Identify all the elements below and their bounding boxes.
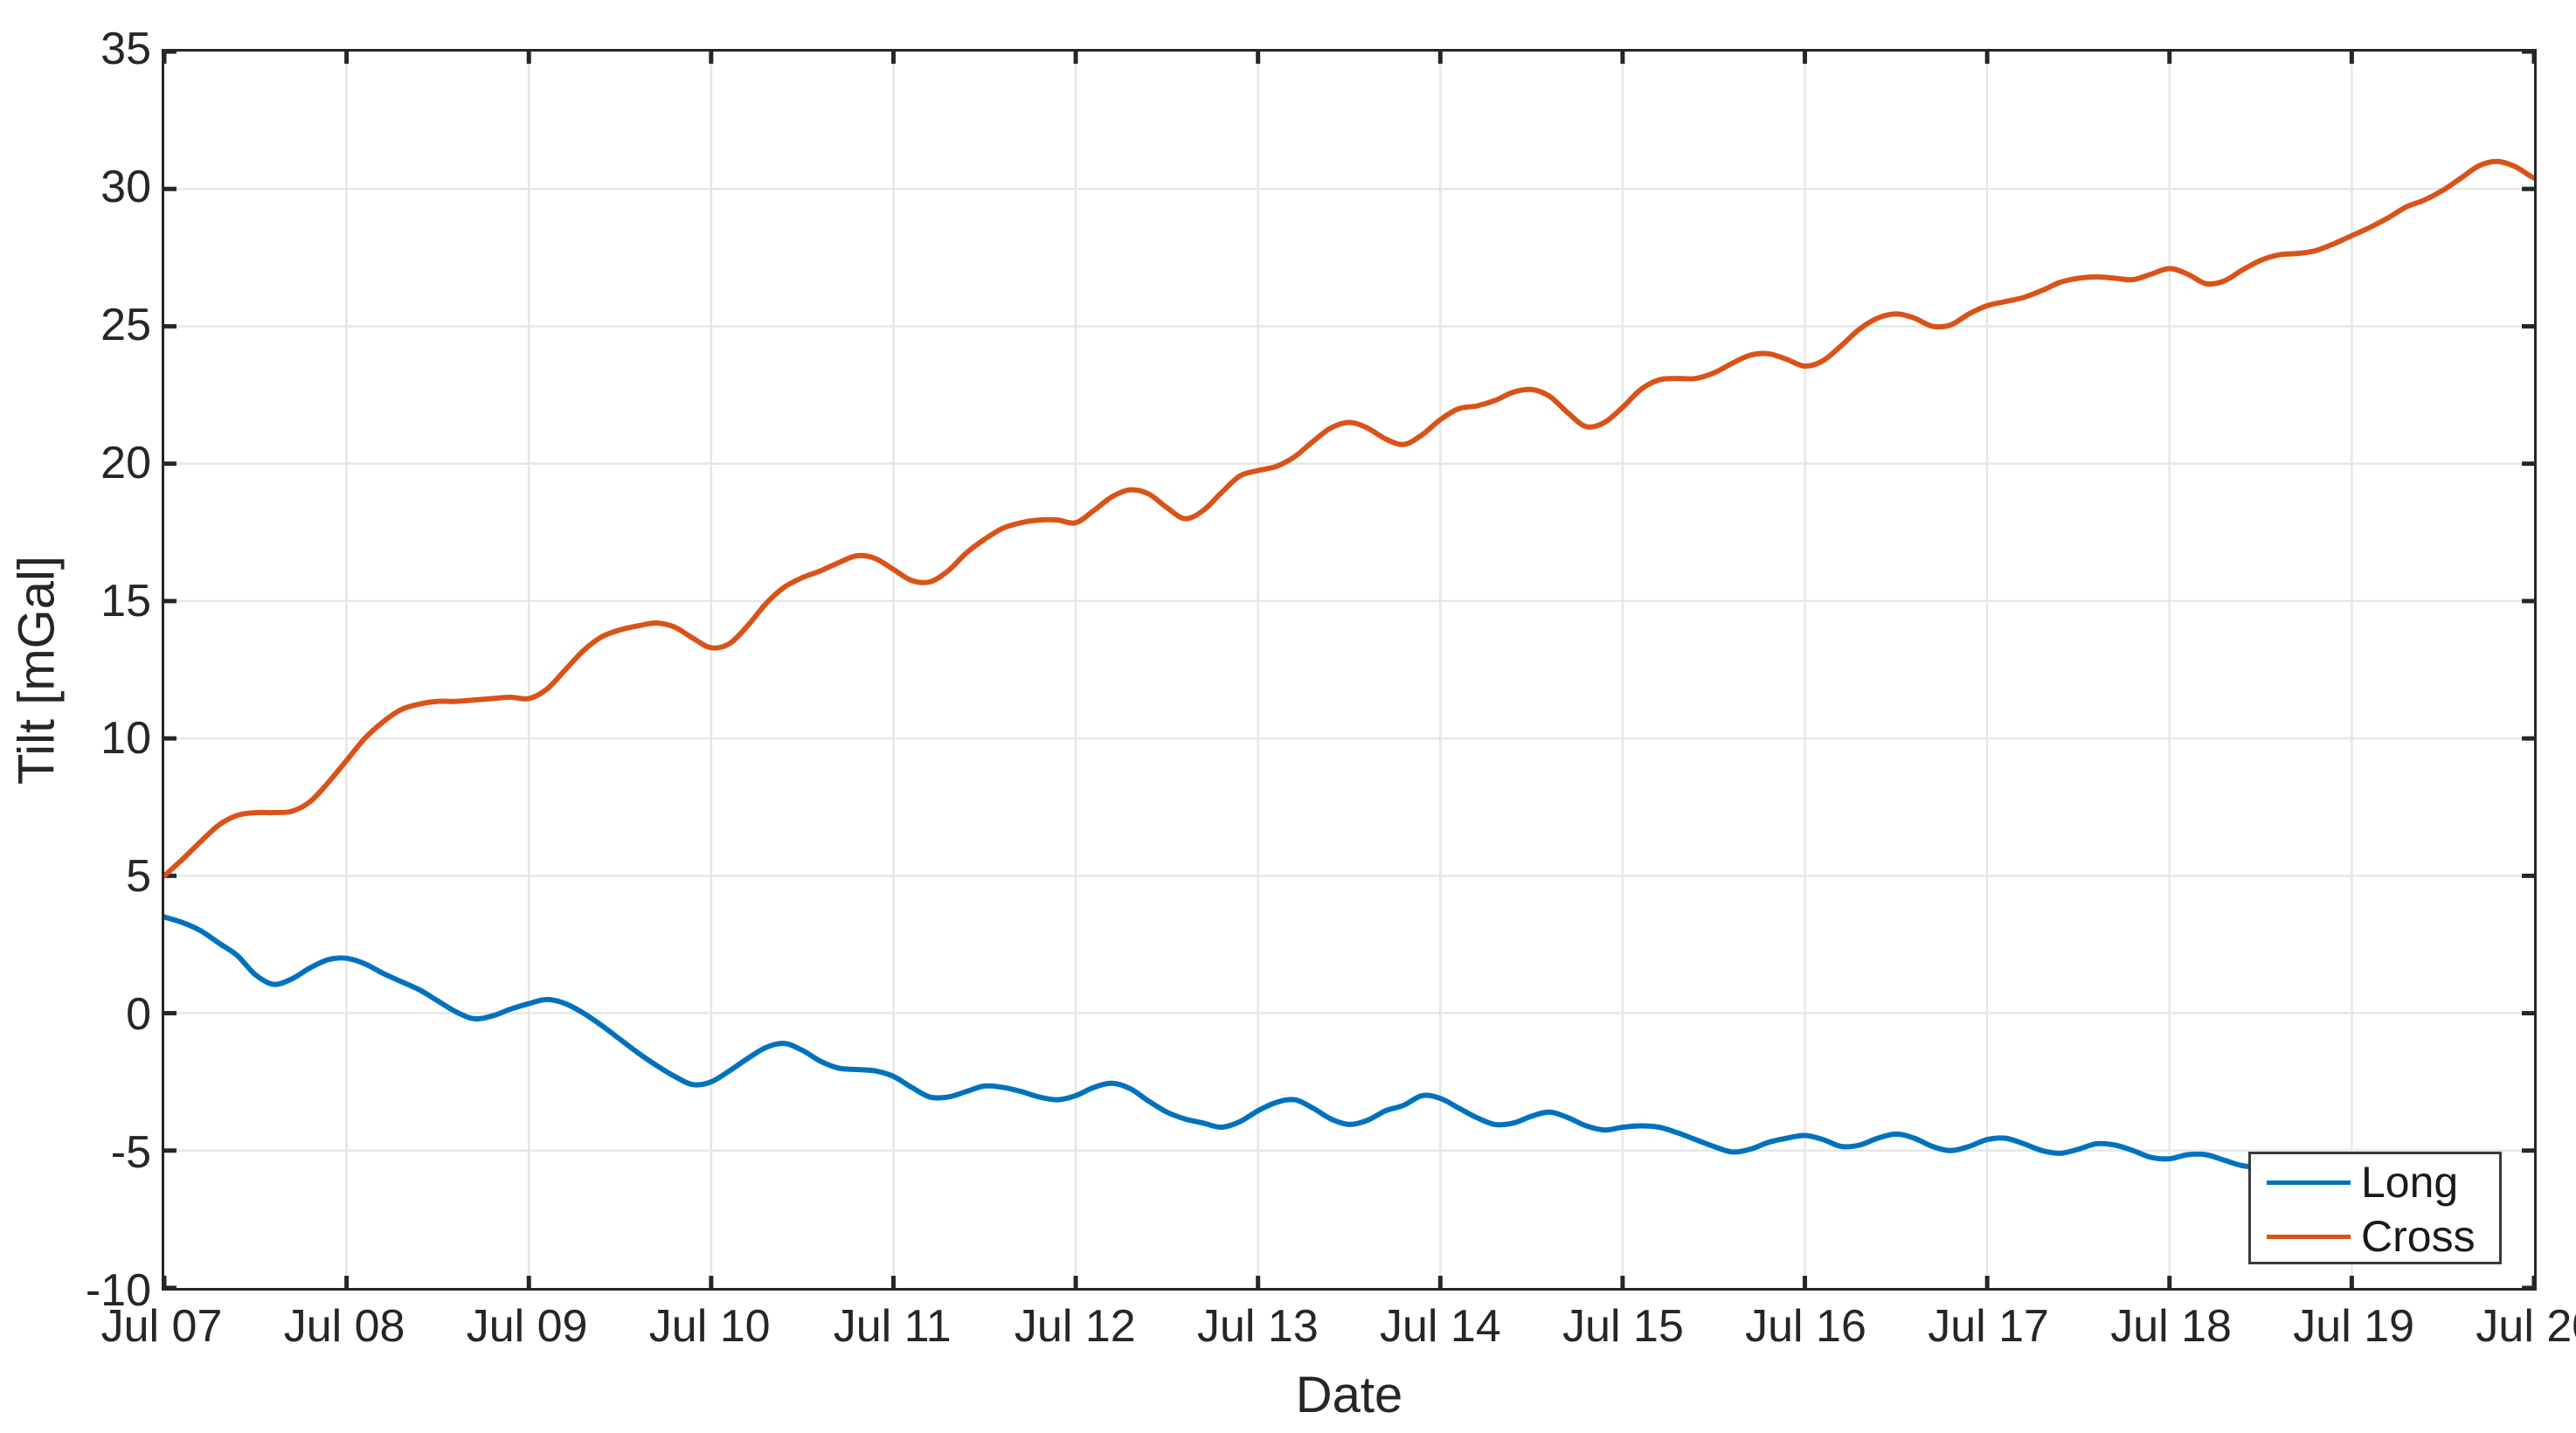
x-tick-label: Jul 08 [283,1301,405,1352]
x-tick-label: Jul 13 [1197,1301,1319,1352]
x-tick-label: Jul 16 [1745,1301,1866,1352]
x-tick-label: Jul 15 [1562,1301,1684,1352]
figure-root: Tilt [mGal] 35 30 25 20 15 10 5 0 -5 -10… [0,0,2576,1433]
series-line-long [164,914,2392,1170]
legend-label: Cross [2361,1212,2476,1261]
x-tick-label: Jul 18 [2110,1301,2232,1352]
x-tick-label: Jul 19 [2293,1301,2415,1352]
plot-area [162,49,2537,1291]
legend-color-swatch [2267,1180,2351,1185]
legend-label: Long [2361,1158,2459,1207]
tick-marks [164,52,2534,1288]
y-tick-label: -5 [110,1127,151,1179]
x-tick-label: Jul 09 [466,1301,588,1352]
y-tick-label: 5 [126,851,151,903]
x-tick-label: Jul 17 [1928,1301,2049,1352]
y-axis-label-wrapper: Tilt [mGal] [8,49,66,1291]
legend[interactable]: Long Cross [2248,1152,2502,1264]
plot-canvas [164,52,2534,1288]
y-tick-label: 30 [100,161,151,212]
y-tick-label: 10 [100,713,151,765]
y-tick-label: 25 [100,299,151,350]
x-tick-label: Jul 20 [2476,1301,2576,1352]
legend-entry-long[interactable]: Long [2251,1154,2499,1210]
x-tick-label: Jul 14 [1380,1301,1501,1352]
x-tick-label: Jul 07 [100,1301,223,1352]
x-tick-label: Jul 11 [833,1301,952,1352]
y-tick-label: 15 [100,575,151,627]
y-axis-label: Tilt [mGal] [8,555,66,785]
legend-entry-cross[interactable]: Cross [2251,1208,2499,1264]
y-tick-label: 0 [126,989,151,1041]
x-tick-label: Jul 12 [1014,1301,1136,1352]
grid-lines [164,52,2534,1288]
y-tick-label: 35 [100,24,151,74]
series-line-cross [164,158,2534,879]
legend-color-swatch [2267,1234,2351,1239]
y-tick-label: 20 [100,437,151,488]
x-axis-label: Date [1295,1367,1403,1423]
x-tick-label: Jul 10 [648,1301,771,1352]
